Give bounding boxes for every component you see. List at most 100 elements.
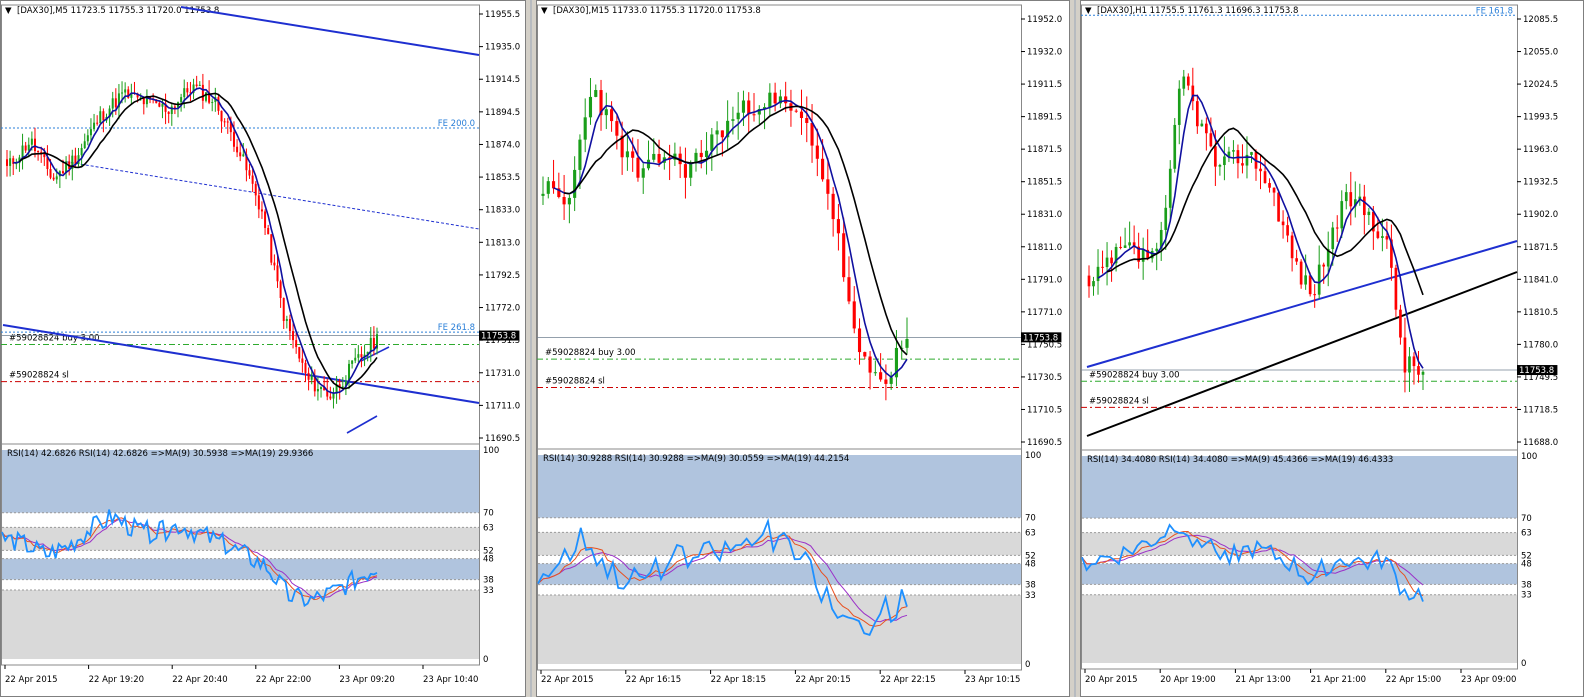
candle-body [1209,133,1213,147]
candle-body [741,100,746,113]
candle-body [55,176,58,180]
candle-body [615,121,619,136]
candle-body [1381,236,1384,238]
candle-body [1155,248,1159,251]
candle-body [226,121,229,123]
chart-canvas-m15[interactable]: ▼ [DAX30],M15 11733.0 11755.3 11720.0 117… [537,1,1070,697]
price-axis-label: 11894.5 [485,108,520,118]
chart-canvas-m5[interactable]: ▼ [DAX30],M5 11723.5 11755.3 11720.0 1175… [1,1,526,697]
candle-body [61,171,64,174]
price-panel[interactable] [537,4,1022,454]
price-panel[interactable] [1,4,480,450]
rsi-axis-label: 0 [1025,660,1030,670]
rsi-axis-label: 63 [483,523,494,533]
window-splitter[interactable] [1070,0,1080,697]
candle-body [37,151,40,153]
candle-body [826,179,830,194]
rsi-axis-label: 33 [1025,591,1036,601]
time-axis-label: 22 Apr 16:15 [626,675,681,685]
price-axis-label: 11871.5 [1027,145,1062,155]
rsi-axis-label: 48 [1521,560,1532,570]
candle-body [567,197,571,205]
trendline[interactable] [60,160,480,230]
candle-body [357,354,360,358]
time-axis-label: 21 Apr 13:00 [1235,675,1290,685]
candle-body [102,111,105,121]
rsi-axis-label: 70 [1521,514,1532,524]
candle-body [1110,257,1113,264]
candle-body [594,90,598,97]
rsi-axis-label: 38 [1521,580,1532,590]
price-axis-label: 11935.0 [485,43,520,53]
chart-window-h1[interactable]: ▼ [DAX30],H1 11755.5 11761.3 11696.3 1175… [1080,0,1584,697]
trendline[interactable] [2,324,480,404]
chart-window-m15[interactable]: ▼ [DAX30],M15 11733.0 11755.3 11720.0 117… [536,0,1070,697]
candle-body [852,301,856,329]
candle-body [1123,245,1127,248]
candle-body [879,372,883,380]
candle-body [1182,76,1186,89]
candle-body [1340,201,1344,229]
candle-body [1105,257,1109,268]
time-axis-label: 21 Apr 21:00 [1311,675,1366,685]
price-panel[interactable] [1081,4,1518,452]
candle-body [49,169,52,178]
candle-body [1290,235,1294,259]
fe-level-label: FE 200.0 [438,119,475,129]
candle-body [1214,146,1217,167]
candle-body [295,340,298,348]
candle-body [201,84,204,101]
candle-body [33,138,36,152]
candle-body [1263,171,1267,184]
candle-body [805,118,809,123]
candle-body [288,319,291,332]
candle-body [720,130,724,138]
moving-average-fast [553,99,908,379]
rsi-header: RSI(14) 42.6826 RSI(14) 42.6826 =>MA(9) … [7,449,313,459]
chart-window-m5[interactable]: ▼ [DAX30],M5 11723.5 11755.3 11720.0 1175… [0,0,526,697]
candle-body [689,163,693,178]
moving-average-fast [13,87,378,395]
candle-body [1241,163,1244,166]
candle-body [1403,337,1407,373]
candle-body [1186,76,1190,86]
candle-body [1349,192,1353,207]
candle-body [158,103,161,107]
price-axis-label: 11993.5 [1523,113,1558,123]
price-axis-label: 11792.5 [485,271,520,281]
candle-body [1299,261,1303,285]
candle-body [1128,242,1131,246]
trendline[interactable] [1086,271,1518,437]
window-splitter[interactable] [526,0,536,697]
rsi-band [538,455,1021,518]
trendline[interactable] [346,415,378,434]
candle-body [1205,123,1208,134]
candle-body [310,376,313,380]
price-axis-label: 11932.5 [1523,178,1558,188]
stoploss-label: #59028824 sl [1089,396,1149,406]
chart-header: [DAX30],H1 11755.5 11761.3 11696.3 11753… [1097,6,1298,16]
buy-order-label: #59028824 buy 3.00 [545,348,636,358]
candle-body [354,357,357,361]
candle-body [657,153,661,163]
trendline[interactable] [180,6,480,56]
rsi-axis-label: 100 [483,446,499,456]
candle-body [292,331,295,341]
candle-body [1268,183,1271,188]
price-axis-label: 11955.5 [485,10,520,20]
candle-body [631,151,635,158]
candle-body [578,139,582,170]
candle-body [195,84,198,87]
candle-body [1344,192,1348,202]
candle-body [251,175,254,184]
candle-body [267,227,270,235]
candle-body [1281,221,1285,226]
trendline[interactable] [1086,240,1518,368]
price-axis-label: 11963.0 [1523,145,1558,155]
window-menu-icon: ▼ [541,6,548,16]
candle-body [1322,264,1326,267]
candle-body [636,157,640,178]
chart-canvas-h1[interactable]: ▼ [DAX30],H1 11755.5 11761.3 11696.3 1175… [1081,1,1584,697]
candle-body [270,234,273,263]
price-axis-label: 11731.0 [485,369,520,379]
